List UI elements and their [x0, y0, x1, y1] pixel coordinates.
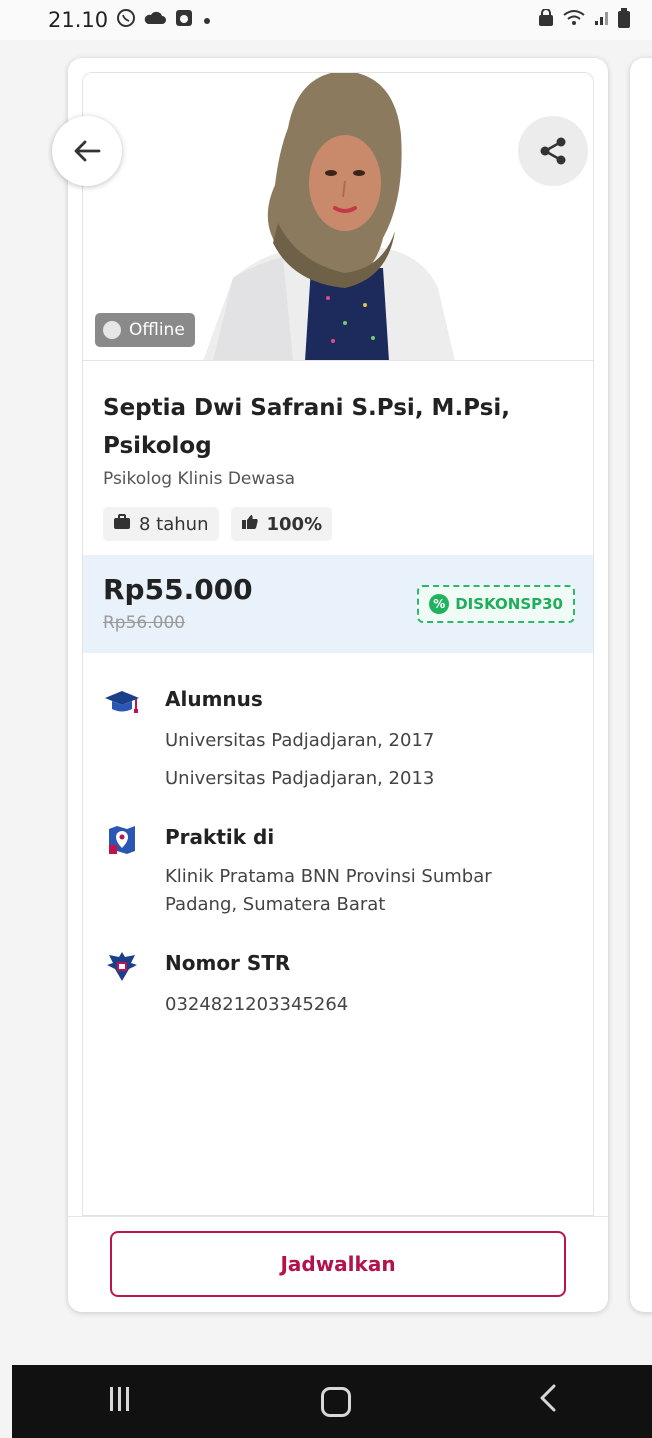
specialty: Psikolog Klinis Dewasa — [103, 469, 295, 489]
status-bar-right — [538, 8, 630, 32]
share-button[interactable] — [518, 116, 588, 186]
home-button[interactable] — [321, 1386, 351, 1417]
price-section: Rp55.000 Rp56.000 % DISKONSP30 — [83, 555, 593, 653]
recent-apps-icon — [110, 1386, 129, 1411]
str-title: Nomor STR — [165, 951, 291, 975]
system-nav-bar — [12, 1365, 652, 1438]
practice-title: Praktik di — [165, 825, 275, 849]
alumnus-title: Alumnus — [165, 687, 263, 711]
app-notification-icon — [174, 8, 194, 33]
signal-icon — [594, 10, 610, 30]
briefcase-icon — [113, 514, 131, 534]
original-price: Rp56.000 — [103, 613, 186, 633]
coupon-code: DISKONSP30 — [455, 595, 563, 613]
whatsapp-icon — [116, 8, 136, 33]
current-price: Rp55.000 — [103, 573, 253, 606]
status-bar-left: 21.10 — [48, 8, 212, 33]
schedule-button[interactable]: Jadwalkan — [110, 1231, 566, 1297]
wifi-icon — [562, 9, 586, 31]
experience-chip: 8 tahun — [103, 507, 219, 541]
arrow-left-icon — [74, 140, 101, 162]
location-map-icon — [103, 823, 141, 857]
thumbs-up-icon — [241, 514, 259, 534]
next-card-peek[interactable] — [630, 58, 652, 1312]
chevron-left-icon — [540, 1384, 556, 1411]
action-bar: Jadwalkan — [68, 1216, 608, 1312]
practice-line-1: Klinik Pratama BNN Provinsi Sumbar — [165, 866, 492, 887]
recent-apps-button[interactable] — [105, 1382, 135, 1422]
card-content: Offline Septia Dwi Safrani S.Psi, M.Psi,… — [82, 72, 594, 1216]
back-button[interactable] — [52, 116, 122, 186]
discount-percent-icon: % — [429, 594, 450, 614]
status-dot-icon — [103, 321, 121, 339]
str-number: 0324821203345264 — [165, 994, 349, 1015]
share-icon — [540, 137, 566, 165]
rating-chip: 100% — [230, 507, 333, 541]
status-bar: 21.10 — [0, 0, 652, 40]
psychologist-card: Offline Septia Dwi Safrani S.Psi, M.Psi,… — [68, 58, 608, 1312]
status-label: Offline — [129, 320, 185, 340]
stats-chips: 8 tahun 100% — [103, 507, 333, 541]
alumnus-line-2: Universitas Padjadjaran, 2013 — [165, 768, 435, 789]
battery-icon — [618, 8, 630, 32]
profile-photo: Offline — [83, 73, 593, 361]
screen: Offline Septia Dwi Safrani S.Psi, M.Psi,… — [0, 40, 652, 1365]
coupon-badge[interactable]: % DISKONSP30 — [417, 585, 575, 623]
status-time: 21.10 — [48, 8, 109, 32]
garuda-emblem-icon — [103, 949, 141, 983]
dot-icon — [202, 10, 212, 31]
cloud-icon — [144, 10, 167, 31]
graduation-cap-icon — [103, 685, 141, 719]
rating-value: 100% — [266, 513, 323, 535]
offline-status-badge: Offline — [95, 313, 195, 347]
psychologist-name: Septia Dwi Safrani S.Psi, M.Psi, Psikolo… — [103, 395, 510, 459]
experience-value: 8 tahun — [139, 513, 209, 535]
practice-line-2: Padang, Sumatera Barat — [165, 894, 386, 915]
nav-back-button[interactable] — [537, 1382, 559, 1422]
screenshot-lock-icon — [538, 8, 554, 31]
alumnus-line-1: Universitas Padjadjaran, 2017 — [165, 730, 435, 751]
